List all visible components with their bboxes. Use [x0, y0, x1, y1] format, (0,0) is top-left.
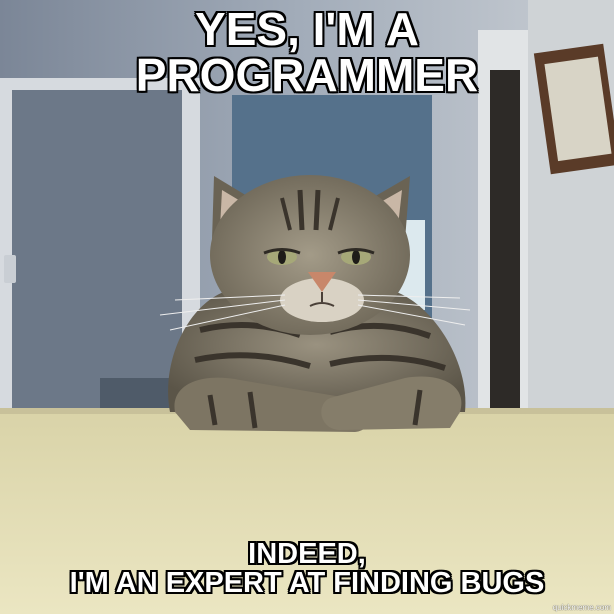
cat-forehead-stripe [297, 189, 305, 231]
bottom-caption: INDEED, I'M AN EXPERT AT FINDING BUGS [69, 538, 545, 599]
light-switch [4, 255, 16, 283]
cat-right-pupil [352, 250, 360, 264]
left-doorway [6, 85, 196, 415]
watermark: quickmeme.com [552, 603, 611, 612]
right-doorway [490, 70, 520, 415]
meme-image: YES, I'M A PROGRAMMER INDEED, I'M AN EXP… [0, 0, 614, 614]
cat-forehead-stripe [313, 189, 321, 231]
top-caption: YES, I'M A PROGRAMMER [135, 3, 479, 101]
cat-left-pupil [278, 250, 286, 264]
left-door-frame [0, 80, 12, 420]
